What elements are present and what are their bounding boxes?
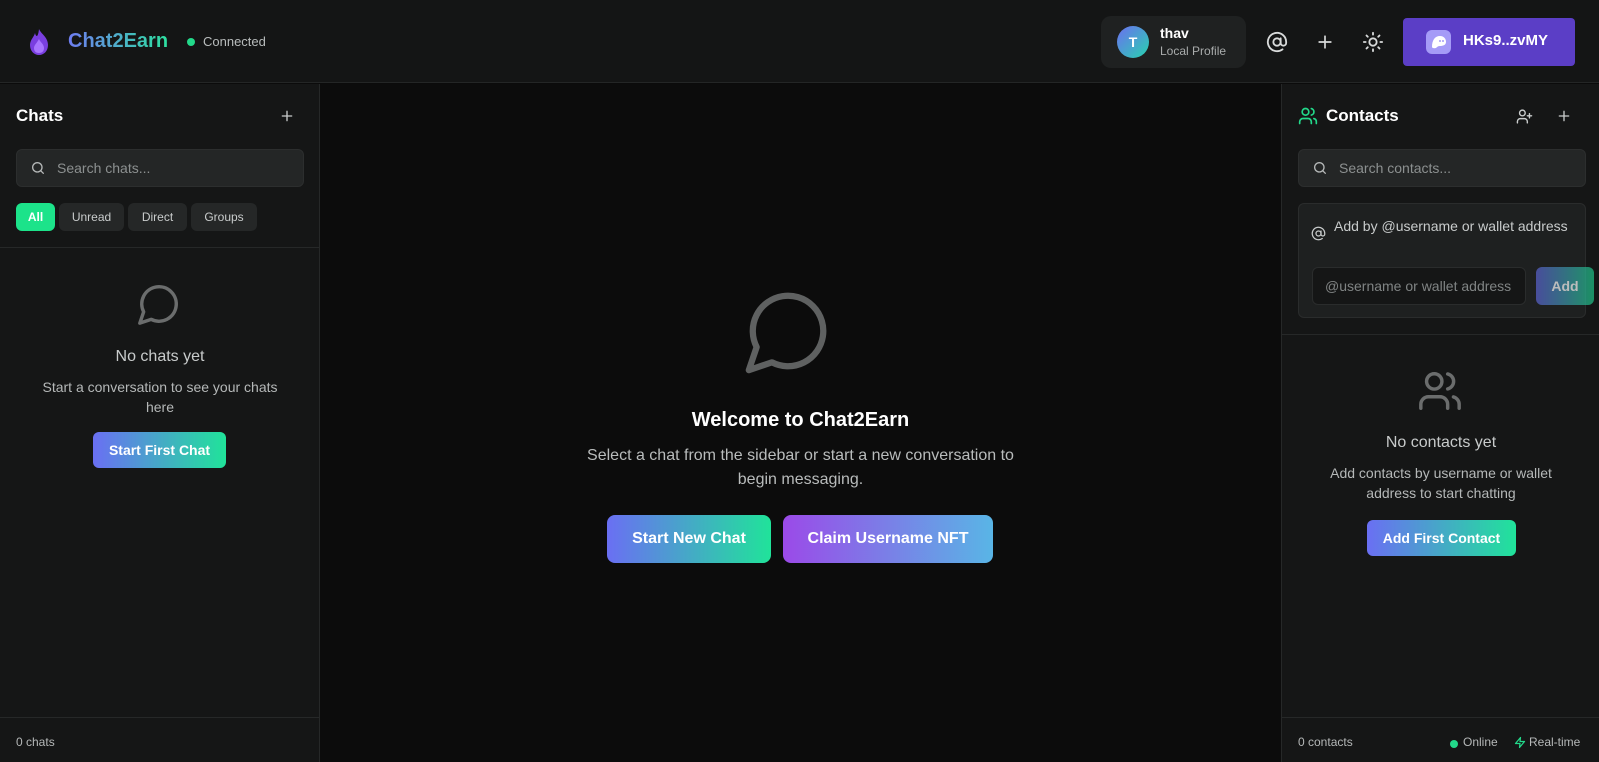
filter-direct[interactable]: Direct: [128, 203, 187, 231]
start-new-chat-button[interactable]: Start New Chat: [607, 515, 771, 563]
filter-groups[interactable]: Groups: [191, 203, 257, 231]
search-icon: [1314, 162, 1326, 174]
add-contact-input[interactable]: [1312, 267, 1526, 305]
contacts-empty-subtitle: Add contacts by username or wallet addre…: [1330, 465, 1552, 501]
chats-search[interactable]: [16, 149, 304, 187]
chats-footer-divider: [0, 717, 320, 718]
add-contact-plus-icon[interactable]: [1552, 104, 1576, 128]
user-plus-icon[interactable]: [1512, 104, 1536, 128]
wallet-address: HKs9..zvMY: [1463, 32, 1549, 49]
chats-sidebar: Chats All Unread Direct Groups No chats …: [0, 84, 320, 762]
chats-count: 0 chats: [16, 735, 55, 749]
online-status-dot: [1450, 740, 1458, 748]
realtime-label: Real-time: [1529, 735, 1581, 749]
contacts-footer-divider: [1282, 717, 1599, 718]
contacts-search-input[interactable]: [1339, 150, 1559, 186]
filter-all[interactable]: All: [16, 203, 55, 231]
start-first-chat-button[interactable]: Start First Chat: [93, 432, 226, 468]
app-title: Chat2Earn: [68, 30, 169, 52]
online-label: Online: [1463, 735, 1498, 749]
users-icon: [1298, 106, 1318, 131]
profile-card[interactable]: T thav Local Profile: [1101, 16, 1246, 68]
flame-logo-icon: [27, 28, 51, 56]
wallet-button[interactable]: HKs9..zvMY: [1403, 18, 1575, 66]
add-contact-button[interactable]: Add: [1536, 267, 1594, 305]
plus-icon[interactable]: [1313, 30, 1337, 54]
avatar: T: [1117, 26, 1149, 58]
message-circle-icon: [741, 284, 835, 383]
add-contact-card: Add by @username or wallet address Add: [1298, 203, 1594, 318]
message-circle-icon: [136, 281, 182, 332]
at-icon[interactable]: [1265, 30, 1289, 54]
at-icon: [1311, 226, 1326, 246]
claim-username-nft-button[interactable]: Claim Username NFT: [783, 515, 993, 563]
users-icon: [1417, 368, 1463, 419]
welcome-subtitle: Select a chat from the sidebar or start …: [587, 447, 1014, 488]
contacts-search[interactable]: [1298, 149, 1586, 187]
profile-name: thav: [1160, 25, 1189, 41]
contacts-sidebar: Contacts Add by @username or wallet addr…: [1281, 84, 1599, 762]
welcome-title: Welcome to Chat2Earn: [691, 409, 910, 431]
chats-search-input[interactable]: [57, 150, 277, 186]
chats-empty-title: No chats yet: [115, 348, 205, 365]
contacts-count: 0 contacts: [1298, 735, 1353, 749]
sun-icon[interactable]: [1361, 30, 1385, 54]
add-first-contact-button[interactable]: Add First Contact: [1367, 520, 1516, 556]
zap-icon: [1514, 736, 1526, 754]
app-header: Chat2Earn Connected T thav Local Profile…: [0, 0, 1599, 83]
connection-status-dot: [187, 38, 195, 46]
filter-unread[interactable]: Unread: [59, 203, 124, 231]
chats-empty-subtitle: Start a conversation to see your chats h…: [42, 379, 278, 415]
connection-status-text: Connected: [203, 34, 266, 49]
chats-divider: [0, 247, 320, 248]
add-contact-label: Add by @username or wallet address: [1334, 218, 1568, 234]
contacts-empty-title: No contacts yet: [1385, 434, 1497, 451]
contacts-divider: [1282, 334, 1599, 335]
new-chat-plus-icon[interactable]: [275, 104, 299, 128]
ghost-icon: [1426, 30, 1451, 54]
main-area: Welcome to Chat2Earn Select a chat from …: [320, 84, 1281, 762]
chats-title: Chats: [16, 106, 64, 125]
search-icon: [32, 162, 44, 174]
profile-subtitle: Local Profile: [1160, 44, 1227, 58]
contacts-title: Contacts: [1326, 106, 1399, 125]
